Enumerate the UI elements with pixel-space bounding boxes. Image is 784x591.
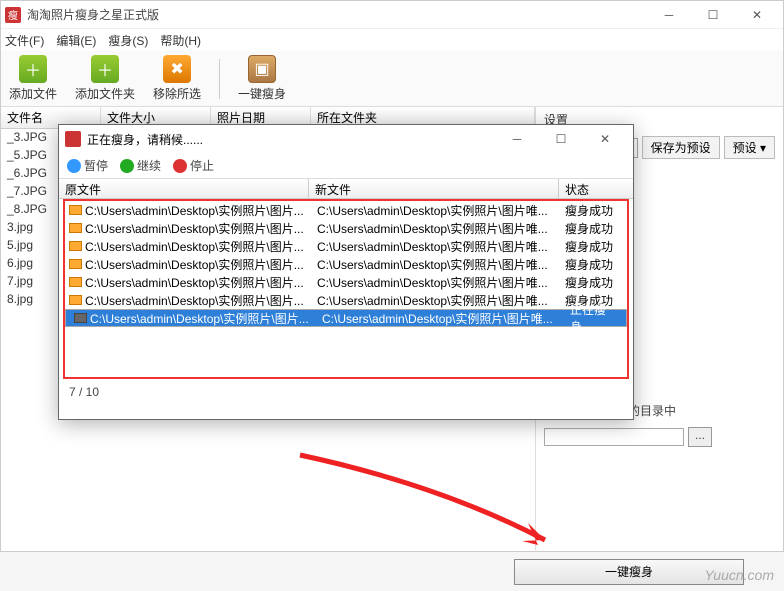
resume-button[interactable]: 继续 xyxy=(120,157,161,174)
save-preset-button[interactable]: 保存为预设 xyxy=(642,136,720,159)
pause-button[interactable]: 暂停 xyxy=(67,157,108,174)
app-icon: 瘦 xyxy=(5,7,21,23)
dialog-toolbar: 暂停 继续 停止 xyxy=(59,153,633,179)
menu-slim[interactable]: 瘦身(S) xyxy=(108,32,148,49)
browse-button[interactable]: ... xyxy=(688,427,712,447)
main-toolbar: ＋ 添加文件 ＋ 添加文件夹 ✖ 移除所选 ▣ 一键瘦身 xyxy=(1,51,783,107)
stop-icon xyxy=(173,159,187,173)
col-status[interactable]: 状态 xyxy=(559,179,633,198)
image-icon xyxy=(69,223,82,233)
remove-selected-button[interactable]: ✖ 移除所选 xyxy=(153,55,201,102)
image-icon xyxy=(69,295,82,305)
col-source[interactable]: 原文件 xyxy=(59,179,309,198)
add-file-icon: ＋ xyxy=(19,55,47,83)
one-key-button[interactable]: ▣ 一键瘦身 xyxy=(238,55,286,102)
add-file-button[interactable]: ＋ 添加文件 xyxy=(9,55,57,102)
image-icon xyxy=(69,259,82,269)
menubar: 文件(F) 编辑(E) 瘦身(S) 帮助(H) xyxy=(1,29,783,51)
col-dest[interactable]: 新文件 xyxy=(309,179,559,198)
output-path-row: ... xyxy=(544,423,775,451)
progress-header: 原文件 新文件 状态 xyxy=(59,179,633,199)
progress-row[interactable]: C:\Users\admin\Desktop\实例照片\图片...C:\User… xyxy=(65,309,627,327)
watermark: Yuucn.com xyxy=(704,567,774,583)
progress-dialog: 正在瘦身，请稍候...... ─ ☐ ✕ 暂停 继续 停止 原文件 新文件 状态… xyxy=(58,124,634,420)
dialog-icon xyxy=(65,131,81,147)
output-path-input[interactable] xyxy=(544,428,684,446)
image-icon xyxy=(74,313,87,323)
progress-row[interactable]: C:\Users\admin\Desktop\实例照片\图片...C:\User… xyxy=(65,273,627,291)
progress-row[interactable]: C:\Users\admin\Desktop\实例照片\图片...C:\User… xyxy=(65,219,627,237)
minimize-button[interactable]: ─ xyxy=(647,1,691,29)
dialog-close-button[interactable]: ✕ xyxy=(583,125,627,153)
stop-button[interactable]: 停止 xyxy=(173,157,214,174)
close-button[interactable]: ✕ xyxy=(735,1,779,29)
window-title: 淘淘照片瘦身之星正式版 xyxy=(27,6,647,23)
add-folder-button[interactable]: ＋ 添加文件夹 xyxy=(75,55,135,102)
dialog-minimize-button[interactable]: ─ xyxy=(495,125,539,153)
maximize-button[interactable]: ☐ xyxy=(691,1,735,29)
dialog-titlebar: 正在瘦身，请稍候...... ─ ☐ ✕ xyxy=(59,125,633,153)
separator xyxy=(219,59,220,99)
image-icon xyxy=(69,205,82,215)
dialog-title: 正在瘦身，请稍候...... xyxy=(87,131,495,148)
menu-help[interactable]: 帮助(H) xyxy=(160,32,201,49)
progress-counter: 7 / 10 xyxy=(59,379,633,405)
progress-row[interactable]: C:\Users\admin\Desktop\实例照片\图片...C:\User… xyxy=(65,201,627,219)
presets-dropdown[interactable]: 预设 ▾ xyxy=(724,136,775,159)
one-key-icon: ▣ xyxy=(248,55,276,83)
menu-file[interactable]: 文件(F) xyxy=(5,32,44,49)
progress-row[interactable]: C:\Users\admin\Desktop\实例照片\图片...C:\User… xyxy=(65,291,627,309)
add-folder-icon: ＋ xyxy=(91,55,119,83)
progress-row[interactable]: C:\Users\admin\Desktop\实例照片\图片...C:\User… xyxy=(65,237,627,255)
footer: 一键瘦身 xyxy=(0,551,784,591)
pause-icon xyxy=(67,159,81,173)
menu-edit[interactable]: 编辑(E) xyxy=(56,32,96,49)
progress-row[interactable]: C:\Users\admin\Desktop\实例照片\图片...C:\User… xyxy=(65,255,627,273)
image-icon xyxy=(69,277,82,287)
progress-list[interactable]: C:\Users\admin\Desktop\实例照片\图片...C:\User… xyxy=(63,199,629,379)
play-icon xyxy=(120,159,134,173)
dialog-maximize-button[interactable]: ☐ xyxy=(539,125,583,153)
image-icon xyxy=(69,241,82,251)
remove-icon: ✖ xyxy=(163,55,191,83)
main-titlebar: 瘦 淘淘照片瘦身之星正式版 ─ ☐ ✕ xyxy=(1,1,783,29)
